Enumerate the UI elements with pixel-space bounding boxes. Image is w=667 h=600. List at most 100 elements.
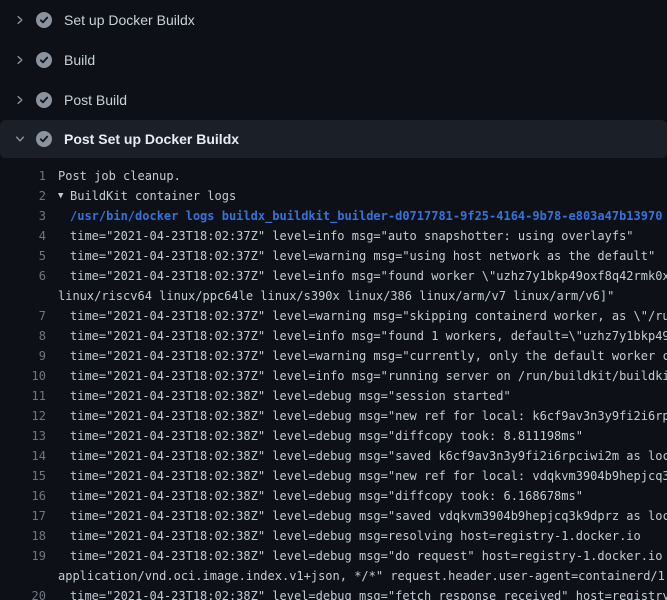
log-text-cell: time="2021-04-23T18:02:37Z" level=info m… [46,266,667,286]
log-text-cell: time="2021-04-23T18:02:37Z" level=warnin… [46,346,667,366]
log-text: time="2021-04-23T18:02:38Z" level=debug … [70,386,511,406]
log-line: 5 time="2021-04-23T18:02:37Z" level=warn… [0,246,667,266]
log-text: time="2021-04-23T18:02:38Z" level=debug … [70,586,667,600]
check-circle-icon [36,52,52,68]
log-text: time="2021-04-23T18:02:37Z" level=info m… [70,226,634,246]
actions-log-viewer: Set up Docker Buildx Build Post Buil [0,0,667,600]
log-line: 4 time="2021-04-23T18:02:37Z" level=info… [0,226,667,246]
log-line: 15 time="2021-04-23T18:02:38Z" level=deb… [0,466,667,486]
line-number[interactable]: 9 [0,346,46,366]
log-line: 3 /usr/bin/docker logs buildx_buildkit_b… [0,206,667,226]
step-section-3[interactable]: Post Set up Docker Buildx [0,120,667,158]
log-text: application/vnd.oci.image.index.v1+json,… [58,566,667,586]
line-number[interactable]: 18 [0,526,46,546]
check-circle-icon [36,131,52,147]
log-text: time="2021-04-23T18:02:38Z" level=debug … [70,446,667,466]
log-text: Post job cleanup. [58,166,181,186]
log-text: time="2021-04-23T18:02:37Z" level=warnin… [70,306,667,326]
log-line: 11 time="2021-04-23T18:02:38Z" level=deb… [0,386,667,406]
log-text-cell: Post job cleanup. [46,166,181,186]
log-text: time="2021-04-23T18:02:38Z" level=debug … [70,526,641,546]
log-text-cell: /usr/bin/docker logs buildx_buildkit_bui… [46,206,662,226]
log-text: time="2021-04-23T18:02:38Z" level=debug … [70,426,583,446]
log-line: linux/riscv64 linux/ppc64le linux/s390x … [0,286,667,306]
line-number[interactable]: 7 [0,306,46,326]
log-text: time="2021-04-23T18:02:37Z" level=info m… [70,326,667,346]
log-text-cell: application/vnd.oci.image.index.v1+json,… [46,566,667,586]
log-text: time="2021-04-23T18:02:37Z" level=info m… [70,266,667,286]
line-number[interactable]: 16 [0,486,46,506]
line-number[interactable]: 19 [0,546,46,566]
log-text: time="2021-04-23T18:02:38Z" level=debug … [70,486,583,506]
log-text-cell: time="2021-04-23T18:02:37Z" level=warnin… [46,246,655,266]
chevron-down-icon [12,133,28,145]
step-title: Post Build [64,92,127,108]
log-text: time="2021-04-23T18:02:38Z" level=debug … [70,466,667,486]
log-text: linux/riscv64 linux/ppc64le linux/s390x … [58,286,614,306]
log-line: 13 time="2021-04-23T18:02:38Z" level=deb… [0,426,667,446]
line-number[interactable]: 2 [0,186,46,206]
line-number[interactable]: 5 [0,246,46,266]
log-line: 20 time="2021-04-23T18:02:38Z" level=deb… [0,586,667,600]
log-text-cell: time="2021-04-23T18:02:37Z" level=warnin… [46,306,667,326]
log-text-cell: time="2021-04-23T18:02:38Z" level=debug … [46,546,667,566]
log-text-cell: time="2021-04-23T18:02:38Z" level=debug … [46,486,583,506]
log-text-cell: time="2021-04-23T18:02:38Z" level=debug … [46,406,667,426]
log-text-cell: time="2021-04-23T18:02:38Z" level=debug … [46,386,511,406]
line-number[interactable]: 17 [0,506,46,526]
line-number[interactable]: 11 [0,386,46,406]
line-number[interactable]: 4 [0,226,46,246]
chevron-right-icon [12,14,28,26]
log-line: 7 time="2021-04-23T18:02:37Z" level=warn… [0,306,667,326]
step-title: Build [64,52,95,68]
log-text: time="2021-04-23T18:02:37Z" level=warnin… [70,346,667,366]
log-text: /usr/bin/docker logs buildx_buildkit_bui… [70,206,662,226]
line-number[interactable]: 20 [0,586,46,600]
log-line: 19 time="2021-04-23T18:02:38Z" level=deb… [0,546,667,566]
log-text: time="2021-04-23T18:02:37Z" level=warnin… [70,246,655,266]
log-text-cell: time="2021-04-23T18:02:38Z" level=debug … [46,506,667,526]
log-text-cell: ▼ BuildKit container logs [46,186,236,206]
log-text: time="2021-04-23T18:02:38Z" level=debug … [70,406,667,426]
log-text-cell: linux/riscv64 linux/ppc64le linux/s390x … [46,286,614,306]
log-text-cell: time="2021-04-23T18:02:37Z" level=info m… [46,326,667,346]
line-number[interactable]: 15 [0,466,46,486]
log-line: 14 time="2021-04-23T18:02:38Z" level=deb… [0,446,667,466]
step-section-1[interactable]: Build [0,40,667,80]
log-text-cell: time="2021-04-23T18:02:37Z" level=info m… [46,366,667,386]
line-number[interactable]: 13 [0,426,46,446]
line-number[interactable]: 12 [0,406,46,426]
check-circle-icon [36,92,52,108]
check-circle-icon [36,12,52,28]
step-title: Post Set up Docker Buildx [64,131,239,147]
chevron-right-icon [12,54,28,66]
log-line: 8 time="2021-04-23T18:02:37Z" level=info… [0,326,667,346]
line-number[interactable]: 8 [0,326,46,346]
log-text-cell: time="2021-04-23T18:02:38Z" level=debug … [46,426,583,446]
chevron-right-icon [12,94,28,106]
log-text: time="2021-04-23T18:02:38Z" level=debug … [70,506,667,526]
step-section-0[interactable]: Set up Docker Buildx [0,0,667,40]
log-output: 1 Post job cleanup. 2 ▼ BuildKit contain… [0,158,667,600]
log-text: time="2021-04-23T18:02:38Z" level=debug … [70,546,667,566]
line-number[interactable]: 3 [0,206,46,226]
line-number[interactable] [0,286,46,306]
line-number[interactable]: 14 [0,446,46,466]
line-number[interactable]: 6 [0,266,46,286]
log-text-cell: time="2021-04-23T18:02:38Z" level=debug … [46,446,667,466]
step-section-2[interactable]: Post Build [0,80,667,120]
log-text-cell: time="2021-04-23T18:02:38Z" level=debug … [46,466,667,486]
log-line: 16 time="2021-04-23T18:02:38Z" level=deb… [0,486,667,506]
log-line: 18 time="2021-04-23T18:02:38Z" level=deb… [0,526,667,546]
step-title: Set up Docker Buildx [64,12,195,28]
line-number[interactable]: 1 [0,166,46,186]
log-text-cell: time="2021-04-23T18:02:38Z" level=debug … [46,526,641,546]
log-line: 17 time="2021-04-23T18:02:38Z" level=deb… [0,506,667,526]
line-number[interactable]: 10 [0,366,46,386]
log-line: 1 Post job cleanup. [0,166,667,186]
step-list: Set up Docker Buildx Build Post Buil [0,0,667,158]
line-number[interactable] [0,566,46,586]
log-text: BuildKit container logs [70,186,236,206]
log-line[interactable]: 2 ▼ BuildKit container logs [0,186,667,206]
log-line: 6 time="2021-04-23T18:02:37Z" level=info… [0,266,667,286]
